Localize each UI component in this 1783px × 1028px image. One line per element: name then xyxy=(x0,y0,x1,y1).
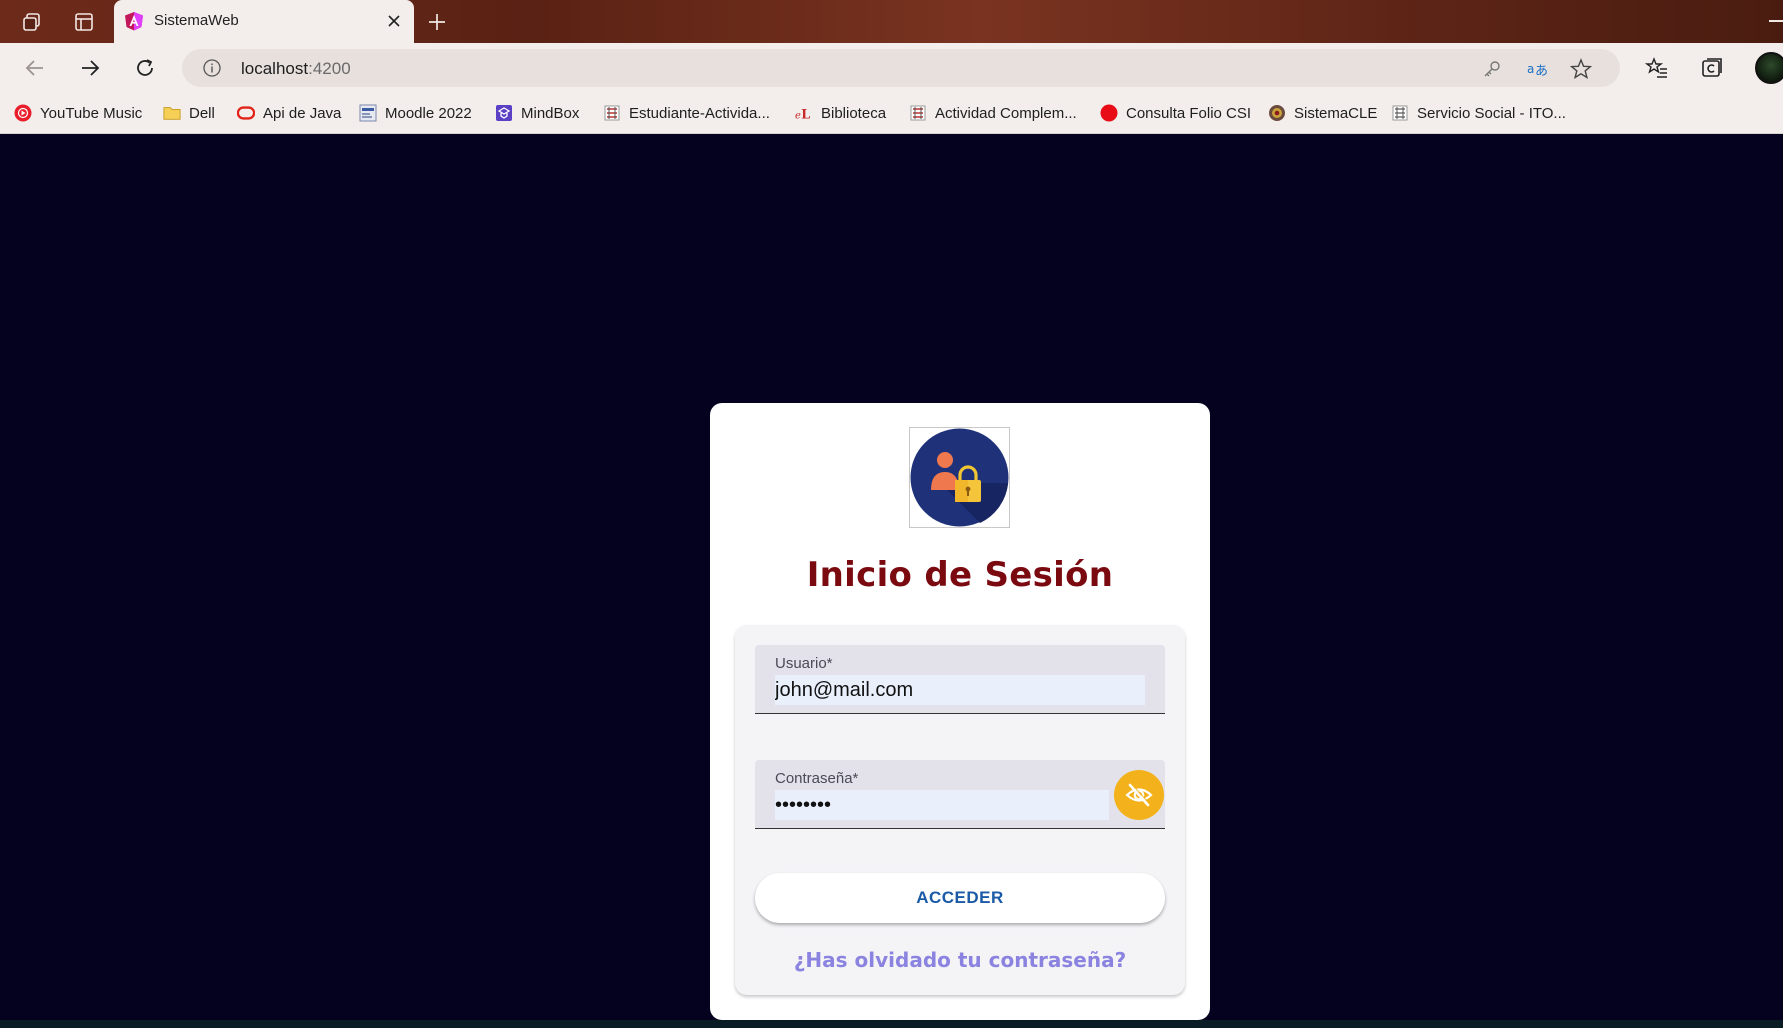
bookmark-youtube-music[interactable]: YouTube Music xyxy=(14,102,142,124)
password-input[interactable] xyxy=(775,790,1109,820)
collections-icon[interactable] xyxy=(1699,55,1725,81)
browser-titlebar: SistemaWeb xyxy=(0,0,1783,43)
login-submit-button[interactable]: ACCEDER xyxy=(755,873,1165,923)
minimize-icon[interactable] xyxy=(1769,20,1783,22)
bookmarks-bar: YouTube Music Dell Api de Java Moodle 20… xyxy=(0,92,1783,134)
library-icon: eL xyxy=(795,104,813,122)
forgot-password-link[interactable]: ¿Has olvidado tu contraseña? xyxy=(735,948,1185,972)
taskbar-edge xyxy=(0,1020,1783,1028)
username-input[interactable] xyxy=(775,675,1145,705)
translate-icon[interactable]: aあ xyxy=(1526,58,1548,80)
bookmark-actividad-complementaria[interactable]: Actividad Complem... xyxy=(909,102,1077,124)
bookmark-sistemacle[interactable]: SistemaCLE xyxy=(1268,102,1377,124)
site-icon xyxy=(603,104,621,122)
site-info-icon[interactable] xyxy=(202,58,222,78)
oracle-icon xyxy=(237,104,255,122)
login-page: Inicio de Sesión Usuario* Contraseña* xyxy=(0,134,1783,1020)
moodle-icon xyxy=(359,104,377,122)
login-card: Inicio de Sesión Usuario* Contraseña* xyxy=(710,403,1210,1020)
password-label: Contraseña* xyxy=(775,770,859,787)
svg-text:e: e xyxy=(795,110,801,121)
page-title: Inicio de Sesión xyxy=(806,555,1114,595)
profile-avatar[interactable] xyxy=(1755,52,1783,84)
user-lock-logo xyxy=(909,427,1010,528)
forward-arrow-icon[interactable] xyxy=(76,54,104,82)
bookmark-moodle-2022[interactable]: Moodle 2022 xyxy=(359,102,472,124)
url-text: localhost:4200 xyxy=(241,59,351,78)
red-dot-icon xyxy=(1100,104,1118,122)
login-form: Usuario* Contraseña* ACCEDER ¿Has olvida… xyxy=(735,625,1185,995)
bookmark-biblioteca[interactable]: eL Biblioteca xyxy=(795,102,886,124)
bookmark-consulta-folio-csi[interactable]: Consulta Folio CSI xyxy=(1100,102,1251,124)
address-bar[interactable]: localhost:4200 aあ xyxy=(182,49,1620,87)
username-label: Usuario* xyxy=(775,655,833,672)
svg-text:あ: あ xyxy=(1535,64,1548,79)
site-icon xyxy=(909,104,927,122)
youtube-music-icon xyxy=(14,104,32,122)
workspaces-icon[interactable] xyxy=(19,9,45,35)
bookmark-dell[interactable]: Dell xyxy=(163,102,215,124)
bookmark-estudiante-actividades[interactable]: Estudiante-Activida... xyxy=(603,102,770,124)
tab-title: SistemaWeb xyxy=(154,12,239,29)
close-icon[interactable] xyxy=(384,11,404,31)
mindbox-icon xyxy=(495,104,513,122)
eye-slash-icon xyxy=(1125,783,1153,807)
site-icon xyxy=(1268,104,1286,122)
username-field[interactable]: Usuario* xyxy=(755,645,1165,714)
browser-toolbar: localhost:4200 aあ xyxy=(0,43,1783,92)
back-arrow-icon[interactable] xyxy=(21,54,49,82)
favorite-star-icon[interactable] xyxy=(1570,58,1592,80)
bookmark-servicio-social[interactable]: Servicio Social - ITO... xyxy=(1391,102,1566,124)
bookmark-api-de-java[interactable]: Api de Java xyxy=(237,102,341,124)
new-tab-icon[interactable] xyxy=(424,9,450,35)
favorites-list-icon[interactable] xyxy=(1644,55,1670,81)
folder-icon xyxy=(163,104,181,122)
key-icon[interactable] xyxy=(1481,58,1503,80)
toggle-password-visibility-button[interactable] xyxy=(1114,770,1164,820)
refresh-icon[interactable] xyxy=(131,54,159,82)
angular-favicon-icon xyxy=(124,11,144,31)
password-field[interactable]: Contraseña* xyxy=(755,760,1165,829)
bookmark-mindbox[interactable]: MindBox xyxy=(495,102,579,124)
svg-text:L: L xyxy=(801,106,810,121)
tab-sistemaweb[interactable]: SistemaWeb xyxy=(114,0,414,43)
svg-text:a: a xyxy=(1527,62,1534,76)
vertical-tabs-icon[interactable] xyxy=(71,9,97,35)
site-icon xyxy=(1391,104,1409,122)
